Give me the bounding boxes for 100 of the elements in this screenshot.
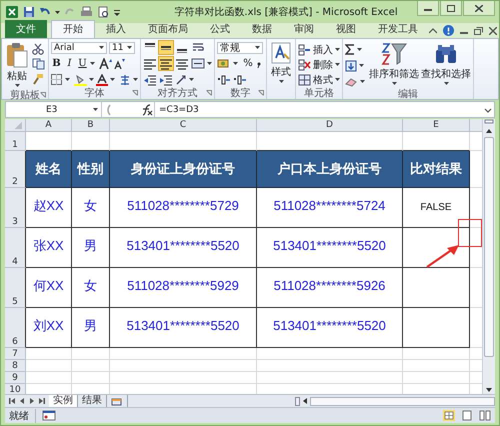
copy-icon[interactable] bbox=[32, 58, 46, 70]
ribbon-tab[interactable]: 审阅 bbox=[283, 21, 325, 38]
row-header[interactable]: 10 bbox=[5, 384, 26, 394]
eraser-icon[interactable] bbox=[345, 76, 358, 87]
find-select-button[interactable]: 查找和选择 bbox=[421, 41, 471, 87]
page-layout-view-icon[interactable] bbox=[461, 410, 473, 421]
insert-function-icon[interactable] bbox=[140, 104, 154, 116]
dropdown-arrow-icon[interactable] bbox=[99, 46, 104, 50]
split-handle-icon[interactable] bbox=[484, 119, 494, 125]
record-macro-icon[interactable] bbox=[42, 410, 56, 421]
dropdown-arrow-icon[interactable] bbox=[335, 78, 340, 82]
delete-button[interactable]: 删除 bbox=[298, 58, 340, 71]
name-box[interactable]: E3 bbox=[6, 102, 102, 117]
ribbon-tab[interactable]: 视图 bbox=[325, 21, 367, 38]
dropdown-arrow-icon[interactable] bbox=[335, 48, 340, 52]
italic-button[interactable]: I bbox=[64, 58, 75, 70]
sort-filter-button[interactable]: 排序和筛选 bbox=[369, 41, 419, 87]
row-header[interactable]: 3 bbox=[5, 188, 26, 228]
column-header[interactable]: A bbox=[26, 119, 72, 132]
row-header[interactable]: 8 bbox=[5, 360, 26, 372]
dialog-launcher-icon[interactable] bbox=[258, 90, 264, 96]
sheet-tab[interactable]: 实例 bbox=[49, 395, 78, 407]
help-icon[interactable] bbox=[443, 25, 454, 36]
column-header[interactable]: D bbox=[257, 119, 403, 132]
bold-button[interactable]: B bbox=[51, 58, 62, 70]
scissors-icon[interactable] bbox=[32, 43, 44, 55]
align-left-icon[interactable] bbox=[143, 57, 157, 70]
ribbon-tab[interactable]: 页面布局 bbox=[137, 21, 199, 38]
font-name-field[interactable]: Arial bbox=[51, 42, 107, 54]
next-sheet-icon[interactable] bbox=[28, 397, 36, 405]
page-break-view-icon[interactable] bbox=[479, 410, 491, 421]
dropdown-arrow-icon[interactable] bbox=[93, 108, 98, 112]
dialog-launcher-icon[interactable] bbox=[40, 92, 46, 98]
dropdown-arrow-icon[interactable] bbox=[255, 46, 260, 50]
format-painter-icon[interactable] bbox=[32, 73, 44, 85]
insert-button[interactable]: 插入 bbox=[298, 43, 340, 56]
phonetic-guide-icon[interactable] bbox=[119, 74, 131, 86]
first-sheet-icon[interactable] bbox=[8, 397, 16, 405]
dropdown-arrow-icon[interactable] bbox=[90, 62, 95, 66]
ribbon-tab[interactable]: 数据 bbox=[241, 21, 283, 38]
column-header[interactable]: C bbox=[110, 119, 257, 132]
dropdown-arrow-icon[interactable] bbox=[207, 62, 212, 66]
decrease-decimal-icon[interactable] bbox=[233, 74, 247, 86]
merge-center-icon[interactable] bbox=[191, 57, 205, 70]
column-header[interactable]: E bbox=[403, 119, 470, 132]
maximize-button[interactable] bbox=[440, 1, 462, 16]
dropdown-arrow-icon[interactable] bbox=[14, 84, 20, 88]
row-header[interactable]: 6 bbox=[5, 308, 26, 348]
font-size-field[interactable]: 11 bbox=[109, 42, 135, 54]
dropdown-arrow-icon[interactable] bbox=[89, 78, 94, 82]
normal-view-icon[interactable] bbox=[443, 410, 455, 421]
scroll-up-icon[interactable] bbox=[484, 127, 494, 135]
dropdown-arrow-icon[interactable] bbox=[65, 78, 70, 82]
dropdown-arrow-icon[interactable] bbox=[127, 46, 132, 50]
dropdown-arrow-icon[interactable] bbox=[278, 80, 284, 84]
scroll-thumb[interactable] bbox=[310, 396, 495, 406]
row-header[interactable]: 5 bbox=[5, 268, 26, 308]
row-header[interactable]: 7 bbox=[5, 348, 26, 360]
row-header[interactable]: 9 bbox=[5, 372, 26, 384]
paste-button[interactable]: 粘贴 bbox=[4, 41, 30, 89]
collapse-ribbon-icon[interactable] bbox=[429, 26, 437, 34]
dropdown-arrow-icon[interactable] bbox=[133, 78, 138, 82]
underline-button[interactable]: U bbox=[77, 58, 88, 70]
increase-decimal-icon[interactable] bbox=[217, 74, 231, 86]
middle-align-icon[interactable] bbox=[159, 41, 173, 54]
row-header[interactable]: 4 bbox=[5, 228, 26, 268]
text-orientation-icon[interactable] bbox=[175, 74, 187, 86]
fill-color-icon[interactable] bbox=[74, 74, 87, 86]
increase-font-size-icon[interactable] bbox=[99, 58, 112, 69]
ribbon-tab[interactable]: 开发工具 bbox=[367, 21, 429, 38]
scroll-left-icon[interactable] bbox=[302, 397, 308, 405]
dropdown-arrow-icon[interactable] bbox=[360, 80, 365, 84]
dropdown-arrow-icon[interactable] bbox=[335, 62, 340, 66]
dropdown-arrow-icon[interactable] bbox=[233, 62, 238, 66]
vertical-scrollbar[interactable] bbox=[482, 119, 495, 394]
formula-input[interactable]: =C3=D3 bbox=[155, 104, 483, 114]
ribbon-tab[interactable]: 公式 bbox=[199, 21, 241, 38]
save-icon[interactable] bbox=[23, 6, 35, 18]
sum-icon[interactable] bbox=[345, 44, 355, 55]
scroll-thumb[interactable] bbox=[484, 137, 494, 357]
dropdown-arrow-icon[interactable] bbox=[392, 82, 396, 86]
decrease-font-size-icon[interactable] bbox=[114, 58, 125, 69]
minimize-button[interactable] bbox=[417, 1, 439, 16]
close-button[interactable] bbox=[463, 1, 495, 16]
dropdown-arrow-icon[interactable] bbox=[444, 82, 448, 86]
increase-indent-icon[interactable] bbox=[159, 74, 173, 86]
percent-button[interactable]: % bbox=[242, 58, 254, 70]
font-color-icon[interactable] bbox=[96, 74, 108, 86]
previous-sheet-icon[interactable] bbox=[18, 397, 26, 405]
styles-button[interactable]: 样式 bbox=[269, 41, 293, 85]
row-header[interactable]: 1 bbox=[5, 132, 26, 151]
dialog-launcher-icon[interactable] bbox=[206, 90, 212, 96]
dropdown-arrow-icon[interactable] bbox=[359, 64, 364, 68]
dropdown-arrow-icon[interactable] bbox=[110, 78, 115, 82]
row-header[interactable]: 2 bbox=[5, 151, 26, 188]
dialog-launcher-icon[interactable] bbox=[132, 90, 138, 96]
align-right-icon[interactable] bbox=[175, 57, 189, 70]
close-icon[interactable] bbox=[489, 26, 497, 34]
dropdown-arrow-icon[interactable] bbox=[357, 48, 362, 52]
document-preview-icon[interactable] bbox=[97, 6, 109, 18]
